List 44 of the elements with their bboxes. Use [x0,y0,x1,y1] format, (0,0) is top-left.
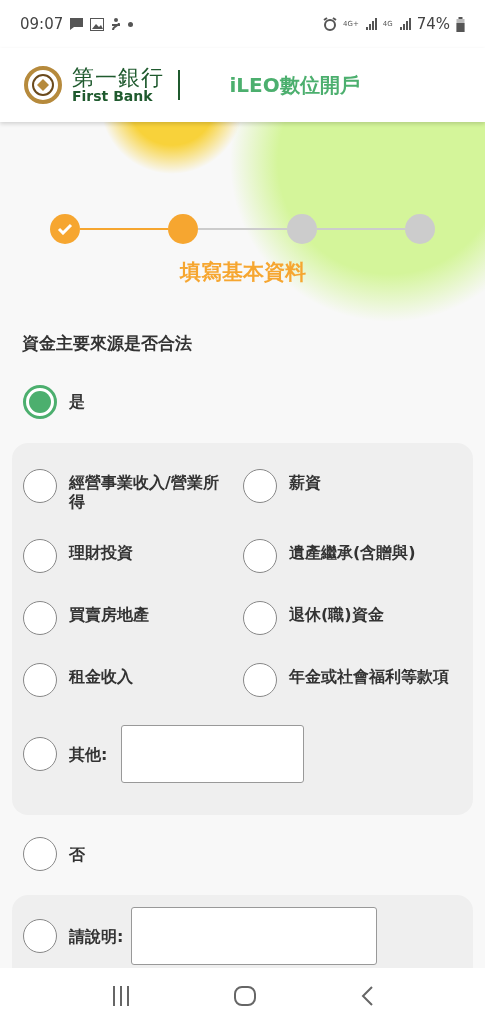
question-text: 資金主要來源是否合法 [22,332,193,355]
radio-button[interactable] [23,385,57,419]
option-label: 租金收入 [69,666,133,687]
input-field[interactable] [121,725,305,784]
option-label: 理財投資 [69,542,133,563]
radio-button[interactable] [243,539,277,574]
clock-time: 09:07 [20,15,64,33]
bank-logo-icon [24,66,62,104]
bank-name: 第一銀行 [72,66,164,90]
home-icon[interactable] [234,986,257,1006]
radio-button[interactable] [23,837,57,872]
option-label: 其他: [69,744,108,764]
option-label: 遺產繼承(含贈與) [289,542,416,563]
battery-percent: 74% [416,15,450,33]
recent-apps-icon[interactable] [112,986,131,1006]
input-field[interactable] [131,907,378,966]
option-label: 薪資 [289,472,321,493]
radio-button[interactable] [243,663,277,698]
radio-button[interactable] [23,469,57,503]
radio-button[interactable] [23,663,57,698]
option-label: 經營事業收入/營業所得 [69,472,220,512]
signal-icon [364,18,377,30]
alarm-icon [323,17,337,31]
radio-button[interactable] [243,601,277,636]
option-label: 退休(職)資金 [289,604,384,625]
option-label: 否 [69,844,85,864]
app-title: iLEO數位開戶 [229,71,360,99]
step-title: 填寫基本資料 [179,259,306,286]
radio-button[interactable] [23,919,57,954]
message-icon [69,17,85,31]
back-icon[interactable] [360,986,373,1006]
radio-button[interactable] [23,737,57,772]
dot-icon [128,21,134,27]
radio-button[interactable] [23,601,57,636]
bank-name-english: First Bank [72,89,154,104]
option-label: 請說明: [69,926,124,946]
battery-icon [456,16,465,32]
option-label: 年金或社會福利等款項 [289,666,449,687]
signal-icon [398,18,411,30]
radio-button[interactable] [23,539,57,574]
option-label: 買賣房地產 [69,604,149,625]
image-icon [90,17,105,31]
radio-button[interactable] [243,469,277,503]
option-label: 是 [69,392,85,412]
